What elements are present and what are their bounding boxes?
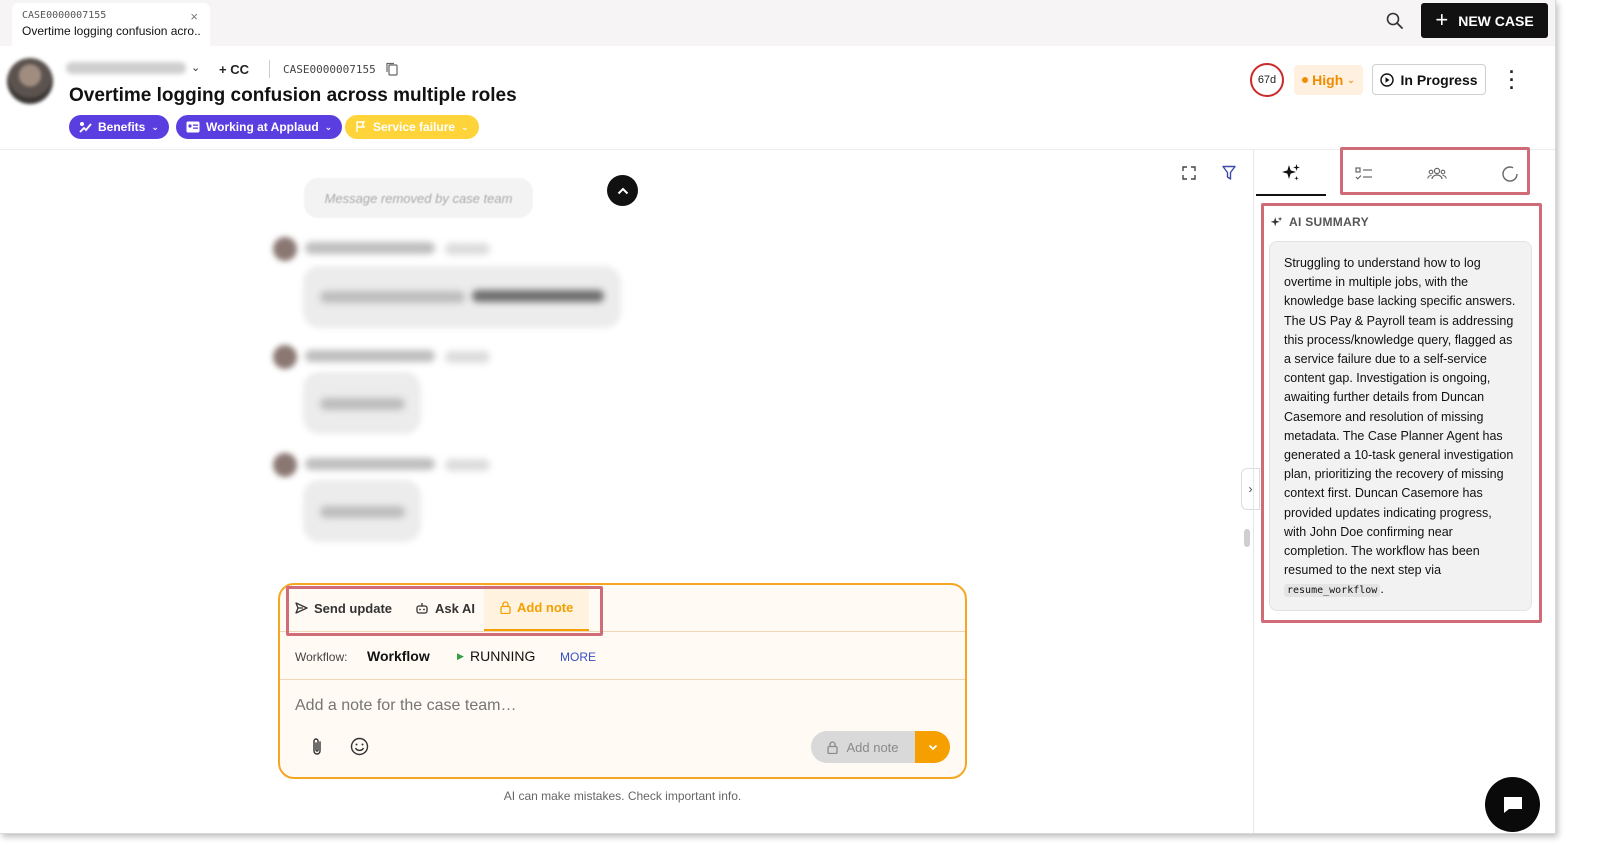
collapse-panel-button[interactable]: ›	[1241, 468, 1260, 510]
priority-label: High	[1312, 72, 1344, 88]
note-input[interactable]	[295, 697, 795, 715]
highlight-box	[1340, 147, 1530, 195]
case-tab-title: Overtime logging confusion acro...	[22, 24, 200, 38]
status-button[interactable]: In Progress	[1372, 64, 1486, 95]
redacted-timestamp	[445, 351, 490, 363]
fullscreen-icon[interactable]	[1182, 166, 1196, 180]
redacted-author	[305, 458, 435, 470]
play-icon: ▶	[457, 651, 464, 661]
new-case-label: NEW CASE	[1458, 12, 1534, 29]
avatar	[273, 237, 297, 261]
emoji-icon[interactable]	[350, 737, 369, 756]
page-title: Overtime logging confusion across multip…	[69, 85, 517, 106]
highlight-box	[286, 586, 603, 636]
tab-bar: CASE0000007155 Overtime logging confusio…	[0, 0, 1555, 46]
workflow-status: RUNNING	[470, 648, 536, 664]
redacted-timestamp	[445, 459, 490, 471]
panel-divider	[1253, 150, 1254, 833]
redacted-message-text	[472, 290, 604, 302]
lock-icon	[827, 740, 839, 754]
attachment-icon[interactable]	[309, 737, 325, 757]
case-age-badge: 67d	[1250, 63, 1284, 97]
header-divider	[0, 149, 1555, 150]
redacted-timestamp	[445, 243, 490, 255]
ai-disclaimer: AI can make mistakes. Check important in…	[503, 789, 742, 803]
benefits-icon	[79, 121, 92, 133]
redacted-message-text	[320, 506, 405, 518]
removed-message: Message removed by case team	[304, 178, 533, 218]
highlight-box	[1261, 203, 1542, 623]
sparkles-icon	[1282, 164, 1300, 181]
tag-service-failure[interactable]: Service failure ⌄	[345, 115, 479, 139]
avatar	[273, 345, 297, 369]
plus-icon: +	[1435, 6, 1449, 32]
redacted-author	[305, 350, 435, 362]
avatar	[273, 453, 297, 477]
workflow-name[interactable]: Workflow	[367, 648, 430, 664]
workflow-row: Workflow: Workflow ▶ RUNNING MORE	[280, 632, 965, 680]
add-note-button[interactable]: Add note	[811, 731, 915, 763]
case-number: CASE0000007155	[283, 63, 376, 76]
requester-name-redacted[interactable]	[66, 62, 186, 74]
chevron-down-icon[interactable]: ⌄	[191, 61, 200, 74]
scrollbar[interactable]	[1244, 529, 1250, 547]
chevron-down-icon	[928, 744, 937, 750]
scroll-up-button[interactable]	[607, 175, 638, 206]
workflow-more-link[interactable]: MORE	[560, 650, 596, 664]
play-circle-icon	[1380, 72, 1395, 87]
redacted-author	[305, 242, 435, 254]
chevron-up-icon	[617, 187, 628, 194]
chevron-down-icon: ⌄	[151, 121, 159, 132]
copy-icon[interactable]	[386, 62, 398, 76]
tag-label: Working at Applaud	[206, 120, 319, 134]
redacted-message-text	[320, 291, 465, 303]
tag-label: Service failure	[373, 120, 456, 134]
priority-dropdown[interactable]: High ⌄	[1294, 65, 1363, 95]
header-divider	[269, 60, 270, 78]
flag-icon	[356, 121, 366, 132]
search-icon[interactable]	[1385, 11, 1405, 31]
add-cc-button[interactable]: + CC	[219, 62, 249, 77]
chevron-down-icon: ⌄	[1347, 74, 1355, 85]
priority-dot-icon	[1302, 77, 1309, 83]
case-tab-number: CASE0000007155	[22, 10, 107, 21]
tag-benefits[interactable]: Benefits ⌄	[69, 115, 169, 139]
workflow-label: Workflow:	[295, 650, 348, 664]
status-label: In Progress	[1400, 71, 1478, 88]
chevron-down-icon: ⌄	[461, 121, 469, 132]
tab-ai-summary[interactable]	[1256, 152, 1326, 196]
id-card-icon	[186, 121, 200, 133]
app-window: CASE0000007155 Overtime logging confusio…	[0, 0, 1556, 834]
avatar[interactable]	[7, 58, 53, 104]
more-options-icon[interactable]: · · ·	[1505, 63, 1519, 97]
redacted-message-text	[320, 398, 405, 410]
filter-icon[interactable]	[1222, 165, 1236, 181]
chat-button[interactable]	[1485, 777, 1540, 832]
add-note-options-button[interactable]	[915, 731, 950, 763]
new-case-button[interactable]: + NEW CASE	[1421, 3, 1548, 38]
close-tab-icon[interactable]: ×	[190, 9, 198, 24]
chevron-down-icon: ⌄	[324, 121, 333, 132]
chat-icon	[1503, 796, 1522, 813]
add-note-label: Add note	[846, 739, 899, 755]
tag-label: Benefits	[98, 120, 146, 134]
tag-working-at-applaud[interactable]: Working at Applaud ⌄	[176, 115, 343, 139]
case-tab[interactable]: CASE0000007155 Overtime logging confusio…	[12, 3, 210, 46]
